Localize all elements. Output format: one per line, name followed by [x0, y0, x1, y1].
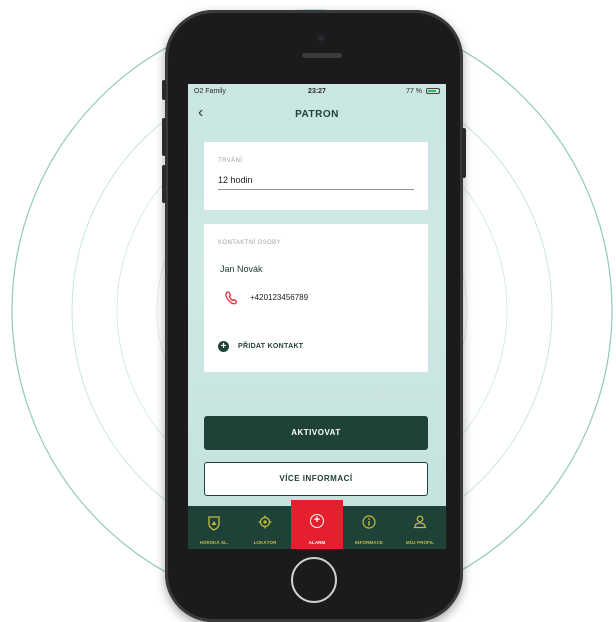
- app-screen: O2 Family 23:27 77 % ‹ PATRON TRVÁNÍ 12 …: [188, 84, 446, 549]
- tab-label: INFORMACE: [354, 540, 384, 545]
- tab-alarm[interactable]: + ALARM: [291, 500, 343, 549]
- volume-down-button: [162, 165, 166, 203]
- profile-icon: [394, 515, 446, 532]
- contacts-card: KONTAKTNÍ OSOBY Jan Novák +420123456789 …: [204, 224, 428, 372]
- navigation-bar: ‹ PATRON: [188, 102, 446, 128]
- mute-switch: [162, 80, 166, 100]
- volume-up-button: [162, 118, 166, 156]
- alarm-plus-icon: +: [291, 512, 343, 528]
- contacts-label: KONTAKTNÍ OSOBY: [218, 240, 281, 246]
- tab-label: ALARM: [308, 540, 326, 545]
- status-bar: O2 Family 23:27 77 %: [188, 84, 446, 100]
- add-contact-label: PŘIDAT KONTAKT: [238, 343, 304, 350]
- tab-locator[interactable]: LOKÁTOR: [239, 506, 291, 549]
- tab-mountain-rescue[interactable]: HORSKÁ SL.: [188, 506, 240, 549]
- duration-underline: [218, 189, 414, 190]
- tab-label: HORSKÁ SL.: [199, 540, 229, 545]
- duration-field[interactable]: 12 hodin: [218, 175, 253, 185]
- locator-icon: [239, 515, 291, 532]
- tab-label: LOKÁTOR: [253, 540, 277, 545]
- duration-label: TRVÁNÍ: [218, 158, 243, 164]
- contact-name[interactable]: Jan Novák: [220, 264, 263, 274]
- phone-handset-icon[interactable]: [224, 290, 240, 306]
- plus-icon: +: [218, 341, 229, 352]
- battery-icon: [426, 88, 440, 94]
- battery-status: 77 %: [406, 88, 440, 95]
- battery-percent: 77 %: [406, 88, 423, 95]
- bottom-tab-bar: HORSKÁ SL. LOKÁTOR + ALARM INFORMACE MŮJ…: [188, 500, 446, 549]
- page-title: PATRON: [295, 109, 339, 120]
- contact-phone: +420123456789: [250, 293, 309, 302]
- front-camera: [317, 34, 325, 42]
- tab-my-profile[interactable]: MŮJ PROFIL: [394, 506, 446, 549]
- duration-card: TRVÁNÍ 12 hodin: [204, 142, 428, 210]
- home-button[interactable]: [291, 557, 337, 603]
- more-info-button[interactable]: VÍCE INFORMACÍ: [204, 462, 428, 496]
- power-button: [462, 128, 466, 178]
- tab-information[interactable]: INFORMACE: [343, 506, 395, 549]
- mountain-rescue-icon: [188, 515, 240, 534]
- tab-label: MŮJ PROFIL: [405, 540, 435, 545]
- earpiece-speaker: [302, 53, 342, 58]
- activate-button[interactable]: AKTIVOVAT: [204, 416, 428, 450]
- info-icon: [343, 515, 395, 532]
